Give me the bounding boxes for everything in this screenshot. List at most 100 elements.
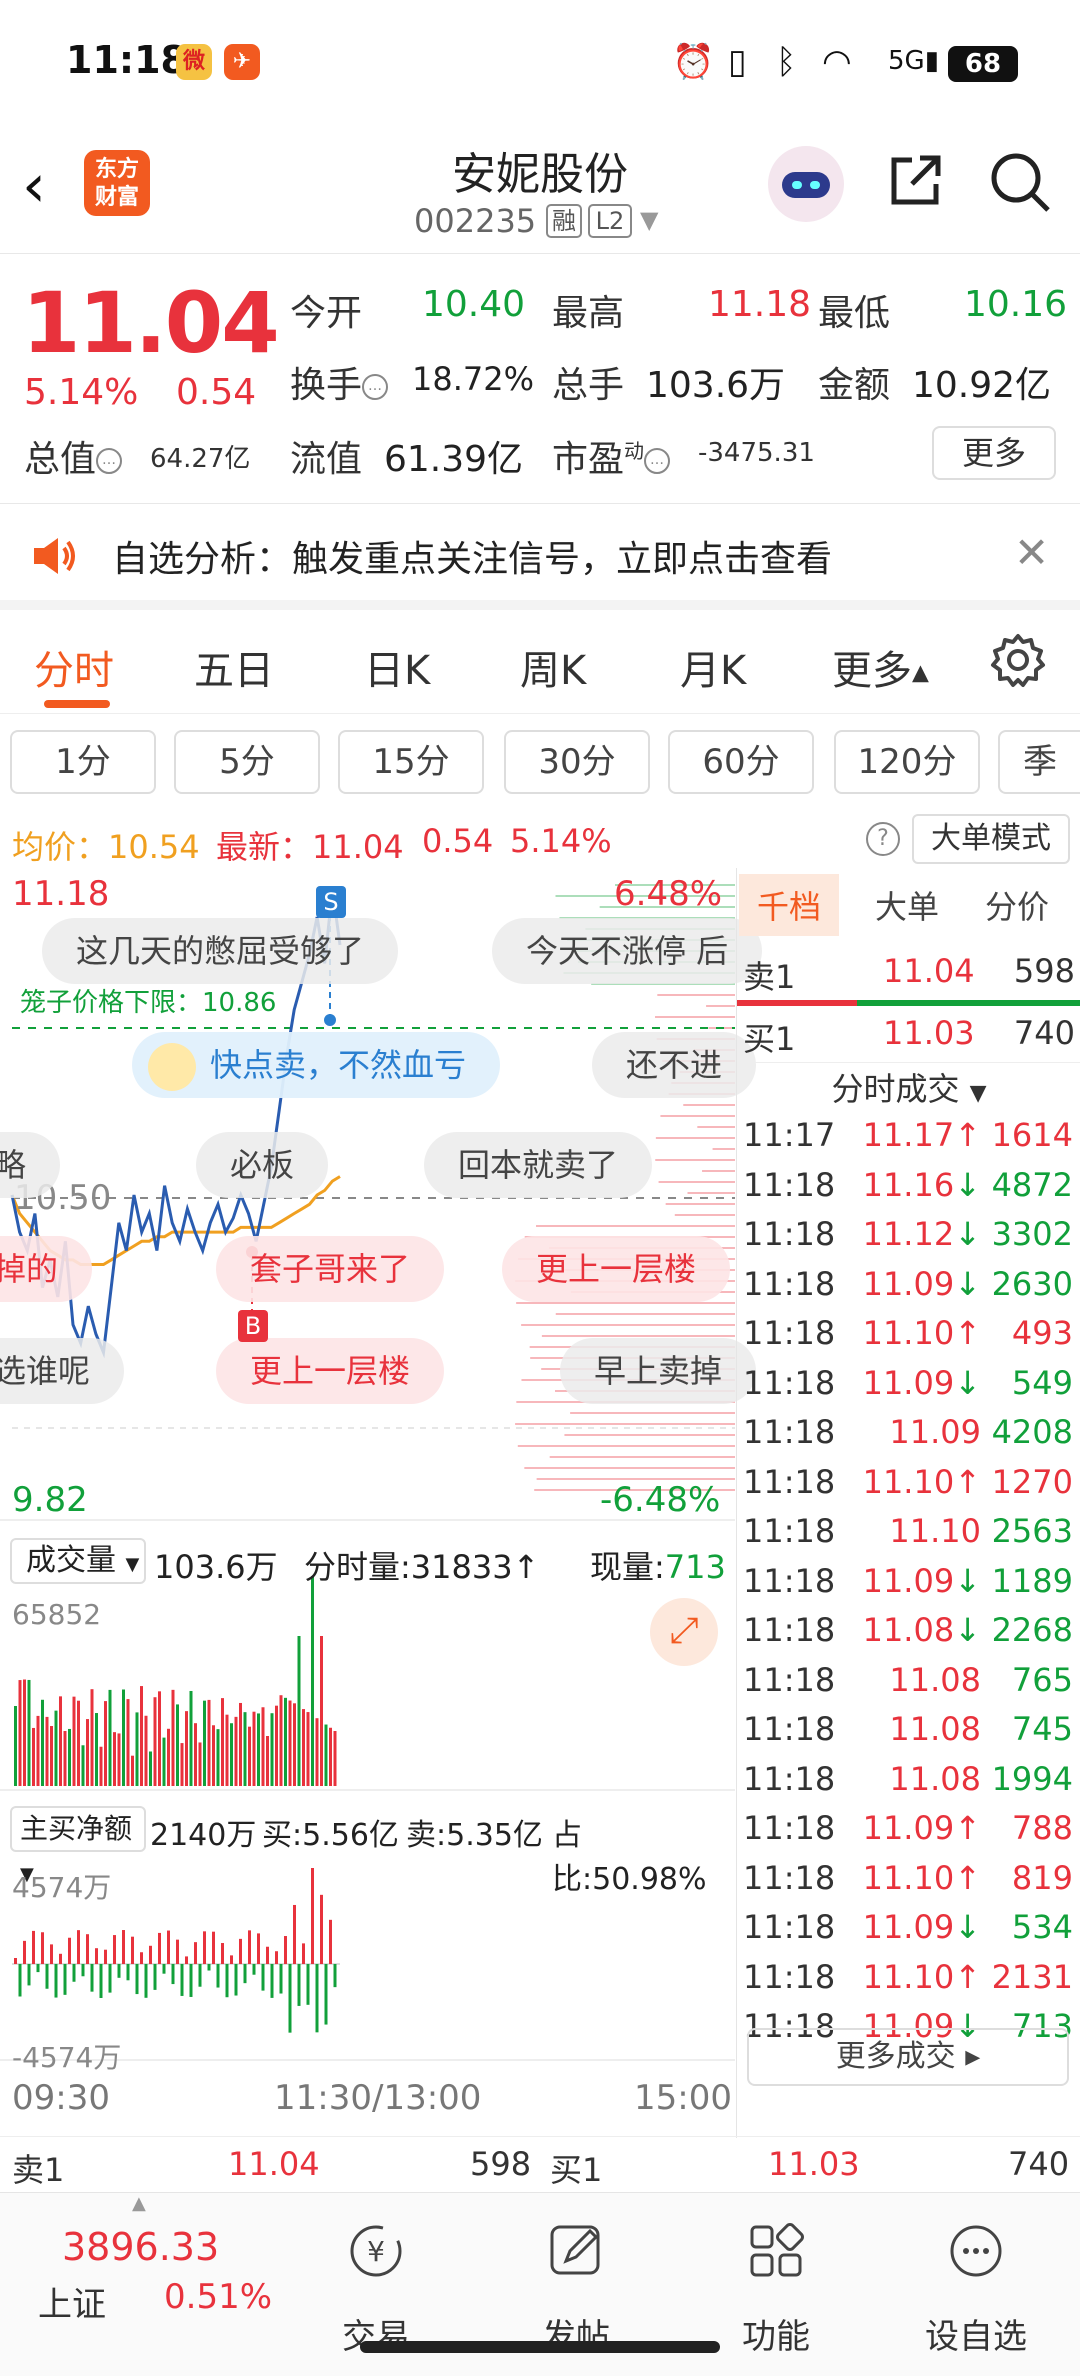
trade-price: 11.10↑ (862, 1858, 981, 1897)
caret-up-icon[interactable]: ▲ (132, 2193, 146, 2214)
close-icon[interactable]: ✕ (1014, 528, 1049, 577)
period-60min[interactable]: 60分 (668, 730, 814, 794)
buy1-label: 买1 (550, 2151, 603, 2189)
comment-bubble[interactable]: 选谁呢 (0, 1338, 125, 1404)
amount-value: 10.92亿 (912, 365, 1052, 406)
dropdown-icon[interactable]: ▼ (640, 206, 658, 234)
comment-bubble[interactable]: 回本就卖了 (424, 1132, 653, 1198)
comment-bubble[interactable]: 必板 (196, 1132, 329, 1198)
net-indicator-select[interactable]: 主买净额 ▼ (10, 1806, 146, 1885)
buy-marker[interactable]: B (238, 1310, 268, 1342)
comment-bubble[interactable]: 掉的 (0, 1236, 93, 1302)
volume-max: 65852 (12, 1598, 102, 1631)
trade-row: 11:18 11.09↓ 2630 (737, 1259, 1080, 1309)
home-indicator[interactable] (360, 2341, 720, 2353)
intraday-chart[interactable]: 11.18 6.48% 9.82 -6.48% 10.50 笼子价格下限：10.… (0, 868, 763, 2148)
volume-bar (225, 1714, 229, 1786)
volume-bar (140, 1686, 143, 1786)
sell1-row[interactable]: 卖1 11.04 598 (737, 942, 1080, 1000)
analysis-notice[interactable]: 自选分析：触发重点关注信号，立即点击查看 ✕ (0, 504, 1080, 610)
trade-row: 11:18 11.09 4208 (737, 1407, 1080, 1457)
comment-bubble[interactable]: 早上卖掉 (560, 1338, 757, 1404)
buy1-row[interactable]: 买1 11.03 740 (737, 1004, 1080, 1062)
tab-daily-k[interactable]: 日K (364, 638, 430, 696)
tab-level1000[interactable]: 千档 (739, 874, 840, 936)
search-icon[interactable] (986, 148, 1054, 216)
comment-bubble[interactable]: 快点卖，不然血亏 (132, 1032, 501, 1098)
tab-more[interactable]: 更多▲ (832, 638, 929, 696)
tab-weekly-k[interactable]: 周K (520, 638, 586, 696)
more-button[interactable]: 更多 (932, 426, 1056, 480)
ai-robot-icon[interactable] (768, 146, 844, 222)
volume-bar (72, 1696, 76, 1786)
depth-bar (674, 1214, 735, 1216)
trade-row: 11:18 11.08 765 (737, 1655, 1080, 1705)
volume-bar (144, 1715, 148, 1786)
period-1min[interactable]: 1分 (10, 730, 156, 794)
trade-row: 11:18 11.10↑ 2131 (737, 1952, 1080, 2002)
period-30min[interactable]: 30分 (504, 730, 650, 794)
rabbit-avatar (148, 1043, 196, 1091)
volume-bar (324, 1724, 328, 1786)
mktcap-label: 总值… (24, 430, 123, 482)
index-value[interactable]: 3896.33 (62, 2225, 219, 2269)
trade-price: 11.09↓ (862, 1561, 981, 1600)
weibo-icon: 微 (176, 44, 212, 80)
comment-bubble[interactable]: 更上一层楼 (502, 1236, 731, 1302)
bottom-quote-strip[interactable]: 卖1 11.04 598 买1 11.03 740 (0, 2136, 1080, 2192)
notice-text: 自选分析：触发重点关注信号，立即点击查看 (112, 539, 833, 580)
trade-price: 11.09↑ (862, 1809, 981, 1847)
net-bar (315, 1964, 319, 2033)
stock-code: 002235 (414, 202, 537, 240)
depth-bar (712, 1148, 735, 1150)
trade-time: 11:18 (743, 1264, 836, 1303)
volume-indicator-select[interactable]: 成交量 ▼ (10, 1538, 146, 1584)
share-icon[interactable] (884, 148, 948, 212)
depth-bar (660, 1115, 735, 1117)
period-quarter[interactable]: 季 (998, 730, 1080, 794)
trade-price: 11.08 (889, 1660, 981, 1699)
net-bar (302, 1943, 305, 1964)
period-120min[interactable]: 120分 (834, 730, 980, 794)
turnover-label: 换手… (290, 356, 389, 408)
tab-intraday[interactable]: 分时 (34, 638, 114, 696)
status-bar: 11:18 微 ✈ ⏰ ▯ ᛒ ◠ 5G▮ 68 (0, 0, 1080, 120)
big-order-mode-button[interactable]: 大单模式 (912, 814, 1070, 864)
trade-time: 11:18 (743, 1908, 836, 1946)
comment-bubble[interactable]: 套子哥来了 (216, 1236, 445, 1302)
trade-volume: 745 (1011, 1710, 1073, 1748)
tab-big-orders[interactable]: 大单 (875, 882, 939, 928)
buy1-price: 11.03 (768, 2145, 860, 2183)
quote-panel: 11.04 5.14% 0.54 今开 10.40 最高 11.18 最低 10… (0, 254, 1080, 504)
depth-bar (706, 1005, 735, 1007)
net-bar (72, 1964, 76, 1982)
sell-marker[interactable]: S (316, 886, 346, 918)
volume-bar (95, 1713, 98, 1786)
volume-bar (270, 1713, 274, 1786)
period-15min[interactable]: 15分 (338, 730, 484, 794)
net-bar (176, 1939, 179, 1964)
pe-value: -3475.31 (698, 438, 815, 468)
time-mid: 11:30/13:00 (274, 2078, 482, 2118)
volume-bar (90, 1689, 94, 1786)
depth-bar (536, 1225, 735, 1227)
volume-bar (248, 1726, 251, 1786)
y-bottom-pct: -6.48% (600, 1480, 721, 1520)
volume-bar (279, 1695, 283, 1786)
help-icon[interactable]: ? (866, 822, 900, 856)
net-bar (252, 1964, 256, 1975)
more-trades-button[interactable]: 更多成交 ▸ (747, 2028, 1069, 2086)
gear-icon[interactable] (988, 630, 1048, 690)
tab-monthly-k[interactable]: 月K (680, 638, 746, 696)
comment-bubble[interactable]: 更上一层楼 (216, 1338, 445, 1404)
tab-price-dist[interactable]: 分价 (985, 882, 1049, 928)
comment-bubble[interactable]: 这几天的憋屈受够了 (42, 918, 399, 984)
tab-five-day[interactable]: 五日 (194, 638, 274, 696)
comment-bubble[interactable]: 今天不涨停 后 (492, 918, 763, 984)
trades-header[interactable]: 分时成交 ▼ (737, 1064, 1080, 1110)
net-bar (171, 1964, 175, 1985)
comment-bubble[interactable]: 还不进 (592, 1032, 757, 1098)
expand-icon[interactable]: ⤢ (650, 1598, 718, 1666)
volume-bar (108, 1689, 112, 1786)
period-5min[interactable]: 5分 (174, 730, 320, 794)
